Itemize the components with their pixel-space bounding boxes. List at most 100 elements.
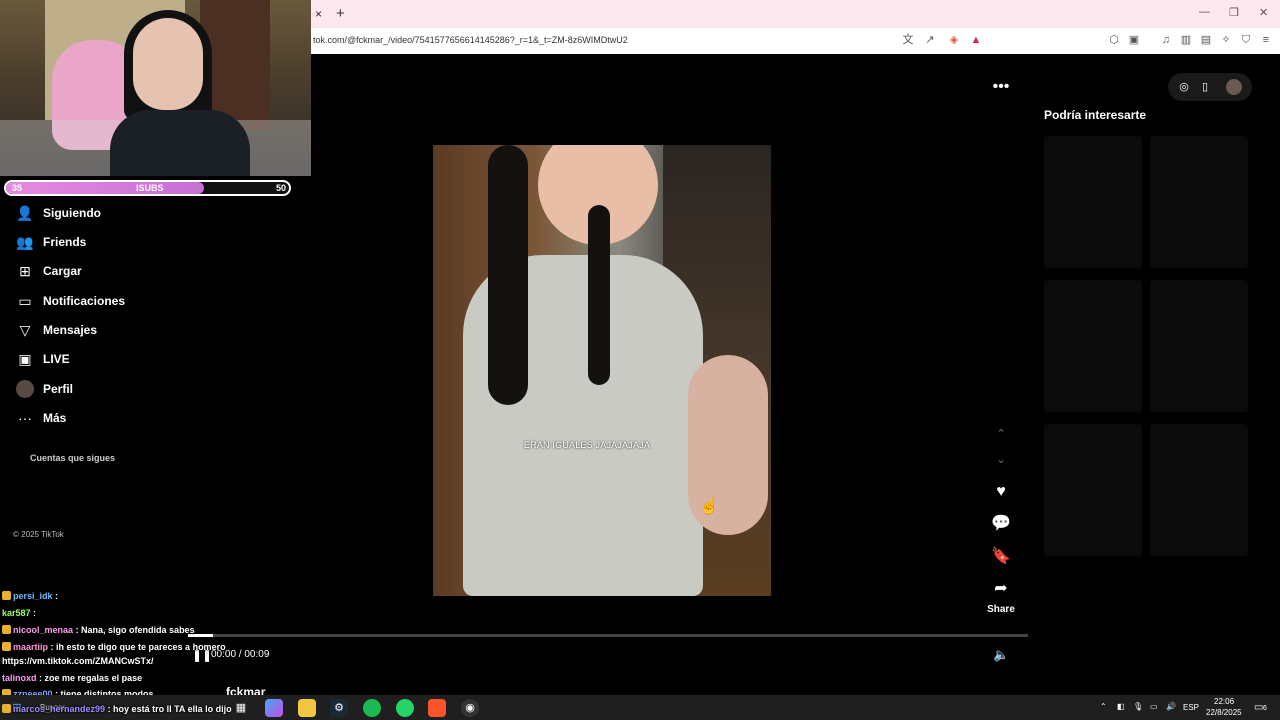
sidebar-item-siguiendo[interactable]: 👤 Siguiendo [16, 202, 101, 224]
minimize-icon[interactable]: — [1199, 6, 1210, 18]
sidebar-item-live[interactable]: ▣ LIVE [16, 348, 69, 370]
hand-cursor-icon: ☝ [699, 498, 719, 515]
brave-icon[interactable] [428, 699, 446, 717]
recommendation-card[interactable] [1150, 424, 1248, 556]
chat-text: : Nana, sigo ofendida sabes [75, 625, 195, 635]
chat-user: nicool_menaa [13, 625, 74, 635]
top-right-toolbar: ◎ ▯ [1168, 73, 1252, 101]
video-player[interactable]: ERAN IGUALES JAJAJAJAJA [433, 145, 771, 596]
chat-message: maartiip : ih esto te digo que te parece… [2, 642, 226, 652]
sidebar-item-cargar[interactable]: ⊞ Cargar [16, 260, 82, 282]
share-icon[interactable]: ➦ [990, 578, 1012, 598]
sidebar-item-label: Más [43, 411, 67, 425]
webcam-face [133, 18, 203, 110]
tab-close-button[interactable]: × [315, 7, 322, 21]
screen: × + — ❐ ✕ tok.com/@fckmar_/video/7541577… [0, 0, 1280, 720]
speaker-icon[interactable]: 🔊 [1166, 702, 1176, 711]
translate-icon[interactable]: 文 [901, 33, 915, 47]
chat-badge-icon [2, 591, 11, 600]
url-text[interactable]: tok.com/@fckmar_/video/75415776566141452… [313, 35, 628, 45]
recommendation-card[interactable] [1044, 424, 1142, 556]
chat-user: kar587 [2, 608, 31, 618]
sub-goal-label: ISUBS [136, 183, 164, 193]
chat-text: : zoe me regalas el pase [39, 673, 143, 683]
new-tab-button[interactable]: + [336, 5, 345, 22]
live-icon: ▣ [18, 351, 32, 367]
language-indicator[interactable]: ESP [1183, 703, 1199, 712]
brave-shield-icon[interactable]: ◈ [947, 33, 961, 47]
chat-badge-icon [2, 625, 11, 634]
clock-time[interactable]: 22:06 [1214, 697, 1234, 706]
sidebar-item-mas[interactable]: ··· Más [16, 407, 66, 429]
sidebar-item-label: Mensajes [43, 323, 98, 337]
video-progress-bar[interactable] [188, 634, 1028, 637]
sidebar-item-mensajes[interactable]: ▽ Mensajes [16, 319, 97, 341]
inbox-icon: ▭ [18, 293, 32, 309]
sidebar-item-label: Notificaciones [43, 294, 126, 308]
previous-video-icon[interactable]: ⌃ [990, 427, 1012, 440]
compass-icon[interactable]: ◎ [1176, 79, 1192, 95]
upload-icon: ⊞ [19, 263, 31, 279]
extensions-icon[interactable]: ⬡ [1107, 33, 1121, 47]
media-icon[interactable]: ♫ [1159, 33, 1173, 47]
chat-badge-icon [2, 704, 11, 713]
friends-icon: 👥 [16, 234, 34, 250]
screenshot-icon[interactable]: ▣ [1127, 33, 1141, 47]
chat-message: talinoxd : zoe me regalas el pase [2, 673, 142, 683]
recommendation-card[interactable] [1150, 136, 1248, 268]
chat-link[interactable]: https://vm.tiktok.com/ZMANCwSTx/ [2, 656, 154, 666]
webcam-overlay [0, 0, 311, 176]
microphone-icon[interactable]: 🎙 [1133, 702, 1143, 711]
bookmark-icon[interactable]: 🔖 [990, 546, 1012, 566]
tray-app-icon[interactable]: ◧ [1117, 702, 1125, 711]
user-follow-icon: 👤 [16, 205, 34, 221]
share-page-icon[interactable]: ↗ [923, 33, 937, 47]
sidebar-item-notificaciones[interactable]: ▭ Notificaciones [16, 290, 125, 312]
task-view-icon[interactable]: ▦ [232, 699, 250, 717]
address-bar[interactable]: tok.com/@fckmar_/video/75415776566141452… [311, 28, 1280, 54]
video-person-braid-left [488, 145, 528, 405]
leo-ai-icon[interactable]: ✧ [1219, 33, 1233, 47]
recommendation-card[interactable] [1150, 280, 1248, 412]
whatsapp-icon[interactable] [396, 699, 414, 717]
copyright-text: © 2025 TikTok [13, 530, 64, 539]
network-icon[interactable]: ▭ [1150, 702, 1158, 711]
clock-date[interactable]: 22/8/2025 [1206, 708, 1242, 717]
sub-goal-target: 50 [276, 183, 287, 193]
sidebar-item-label: Friends [43, 235, 87, 249]
chat-user: persi_idk [13, 591, 53, 601]
chat-message: marcos_hernandez99 : hoy está tro ll TA … [2, 704, 232, 714]
restore-icon[interactable]: ❐ [1229, 6, 1239, 19]
volume-icon[interactable]: 🔈 [993, 647, 1009, 663]
menu-icon[interactable]: ≡ [1259, 33, 1273, 47]
wallet-icon[interactable]: ▤ [1199, 33, 1213, 47]
sidebar-item-friends[interactable]: 👥 Friends [16, 231, 86, 253]
chat-text: : hoy está tro ll TA ella lo dijo [107, 704, 232, 714]
send-icon: ▽ [19, 322, 31, 338]
comment-icon[interactable]: 💬 [990, 513, 1012, 533]
device-icon[interactable]: ▯ [1197, 79, 1213, 95]
sidebar-item-perfil[interactable]: Perfil [16, 378, 73, 400]
chat-message: kar587 : [2, 608, 36, 618]
chat-user: maartiip [13, 642, 49, 652]
close-window-icon[interactable]: ✕ [1259, 6, 1268, 19]
brave-rewards-icon[interactable]: ▲ [969, 33, 983, 47]
next-video-icon[interactable]: ⌄ [990, 453, 1012, 466]
notification-count: 6 [1263, 705, 1267, 712]
spotify-icon[interactable] [363, 699, 381, 717]
vpn-icon[interactable]: ⛉ [1239, 33, 1253, 47]
file-explorer-icon[interactable] [298, 699, 316, 717]
obs-icon[interactable]: ◉ [461, 699, 479, 717]
tray-chevron-icon[interactable]: ⌃ [1100, 702, 1107, 711]
sub-goal-current: 35 [12, 183, 23, 193]
recommendation-card[interactable] [1044, 280, 1142, 412]
more-options-icon[interactable]: ••• [990, 78, 1012, 96]
sidebar-icon[interactable]: ▥ [1179, 33, 1193, 47]
chat-text: : ih esto te digo que te pareces a homer… [50, 642, 226, 652]
recommendation-card[interactable] [1044, 136, 1142, 268]
copilot-icon[interactable] [265, 699, 283, 717]
chat-text: https://vm.tiktok.com/ZMANCwSTx/ [2, 656, 154, 666]
steam-icon[interactable]: ⚙ [330, 699, 348, 717]
like-icon[interactable]: ♥ [990, 483, 1012, 501]
profile-avatar[interactable] [1226, 79, 1242, 95]
